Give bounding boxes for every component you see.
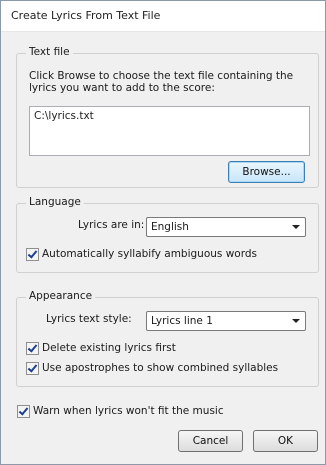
lyrics-language-label: Lyrics are in:: [78, 219, 145, 231]
chevron-down-icon: [292, 225, 300, 229]
dialog-title: Create Lyrics From Text File: [11, 9, 161, 22]
appearance-group-label: Appearance: [26, 290, 96, 302]
apostrophes-label[interactable]: Use apostrophes to show combined syllabl…: [42, 362, 278, 374]
lyrics-style-select[interactable]: Lyrics line 1: [146, 311, 306, 331]
auto-syllabify-checkbox[interactable]: [26, 248, 39, 261]
checkmark-icon: [27, 362, 38, 373]
text-file-group-label: Text file: [26, 46, 73, 58]
checkmark-icon: [27, 248, 38, 259]
lyrics-style-value: Lyrics line 1: [151, 315, 213, 327]
chevron-down-icon: [292, 319, 300, 323]
dialog-window: Create Lyrics From Text File Text file C…: [0, 0, 326, 465]
text-file-description: Click Browse to choose the text file con…: [29, 70, 294, 94]
file-path-field[interactable]: C:\lyrics.txt: [29, 106, 310, 156]
apostrophes-checkbox[interactable]: [26, 362, 39, 375]
lyrics-language-value: English: [151, 221, 189, 233]
lyrics-language-select[interactable]: English: [146, 217, 306, 237]
language-group-label: Language: [26, 196, 84, 208]
cancel-button[interactable]: Cancel: [178, 430, 243, 452]
delete-existing-label[interactable]: Delete existing lyrics first: [42, 342, 176, 354]
appearance-group: Appearance Lyrics text style: Lyrics lin…: [16, 290, 319, 387]
browse-button[interactable]: Browse...: [228, 161, 305, 183]
text-file-group: Text file Click Browse to choose the tex…: [16, 46, 319, 188]
ok-button[interactable]: OK: [253, 430, 318, 452]
title-bar[interactable]: Create Lyrics From Text File: [1, 1, 325, 32]
lyrics-style-label: Lyrics text style:: [46, 313, 132, 325]
checkmark-icon: [27, 342, 38, 353]
warn-fit-checkbox[interactable]: [17, 405, 30, 418]
language-group: Language Lyrics are in: English Automati…: [16, 196, 319, 273]
warn-fit-label[interactable]: Warn when lyrics won't fit the music: [33, 405, 224, 417]
auto-syllabify-label[interactable]: Automatically syllabify ambiguous words: [42, 248, 257, 260]
delete-existing-checkbox[interactable]: [26, 342, 39, 355]
checkmark-icon: [18, 405, 29, 416]
